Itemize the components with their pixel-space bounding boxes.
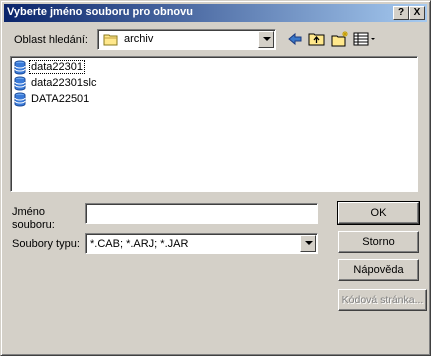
up-folder-button[interactable]	[307, 30, 327, 48]
file-name: data22301slc	[31, 77, 97, 89]
new-folder-icon	[331, 31, 348, 47]
help-question-icon: ?	[397, 7, 405, 18]
lookin-dropdown-button[interactable]	[258, 31, 274, 48]
filetype-dropdown-button[interactable]	[300, 235, 316, 252]
codepage-button[interactable]: Kódová stránka...	[338, 289, 427, 311]
back-button[interactable]	[285, 30, 305, 48]
filename-input[interactable]	[85, 203, 318, 224]
views-menu-button[interactable]	[352, 30, 378, 48]
database-file-icon	[14, 92, 26, 107]
filetype-label: Soubory typu:	[12, 238, 80, 250]
codepage-button-label: Kódová stránka...	[341, 294, 424, 306]
lookin-combo[interactable]: archiv	[97, 29, 276, 50]
database-file-icon	[14, 60, 26, 75]
close-icon: X	[413, 7, 421, 18]
view-menu-icon	[353, 32, 375, 46]
filetype-combo[interactable]: *.CAB; *.ARJ; *.JAR	[85, 233, 318, 254]
ok-button[interactable]: OK	[337, 201, 420, 225]
help-button-label: Nápověda	[353, 264, 404, 276]
help-title-button[interactable]: ?	[393, 6, 409, 20]
new-folder-button[interactable]	[330, 30, 350, 48]
database-file-icon	[14, 76, 26, 91]
lookin-value: archiv	[124, 33, 154, 45]
cancel-button-label: Storno	[362, 236, 395, 248]
filename-label-line1: Jméno	[12, 206, 46, 218]
lookin-label: Oblast hledání:	[14, 34, 88, 46]
file-name: data22301	[29, 60, 85, 74]
window-title: Vyberte jméno souboru pro obnovu	[7, 6, 193, 18]
folder-icon	[103, 34, 118, 46]
back-arrow-icon	[288, 32, 302, 46]
filename-label-line2: souboru:	[12, 219, 55, 231]
file-open-dialog: Vyberte jméno souboru pro obnovu ? X Obl…	[0, 0, 431, 356]
title-bar[interactable]: Vyberte jméno souboru pro obnovu ? X	[4, 4, 427, 22]
cancel-button[interactable]: Storno	[338, 231, 419, 253]
help-button[interactable]: Nápověda	[338, 259, 419, 281]
close-title-button[interactable]: X	[409, 6, 425, 20]
filetype-value: *.CAB; *.ARJ; *.JAR	[90, 238, 189, 250]
file-name: DATA22501	[31, 93, 90, 105]
folder-up-icon	[308, 33, 325, 46]
ok-button-label: OK	[370, 207, 387, 219]
file-list[interactable]: data22301 data22301slc DATA22501	[10, 56, 418, 192]
